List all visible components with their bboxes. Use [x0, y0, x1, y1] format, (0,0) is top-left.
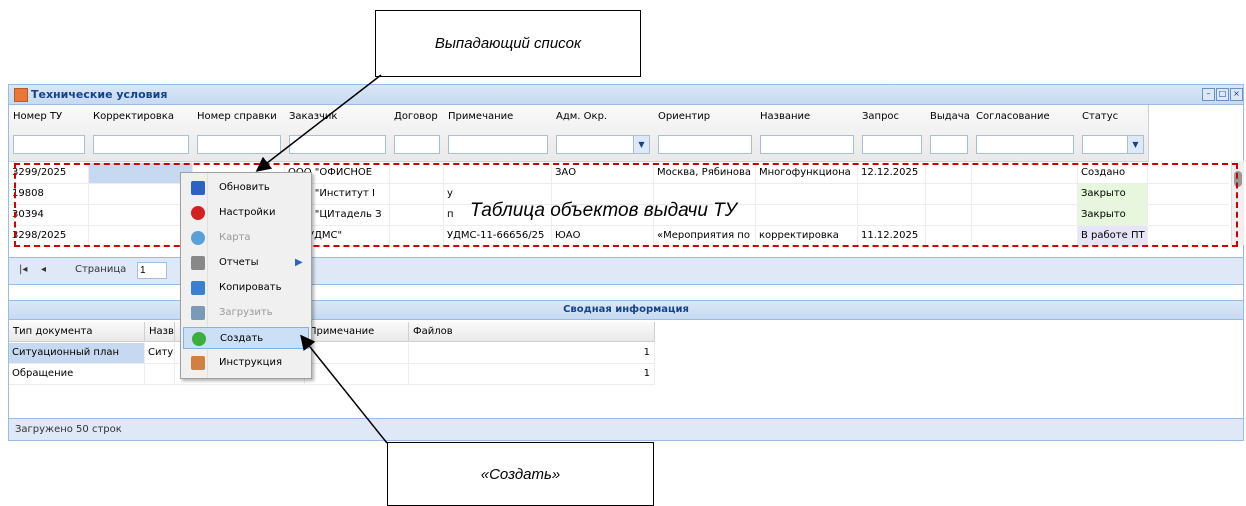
- arrow-to-dropdown: [255, 74, 382, 172]
- arrow-to-create: [300, 334, 388, 444]
- annotation-arrows: [255, 74, 388, 444]
